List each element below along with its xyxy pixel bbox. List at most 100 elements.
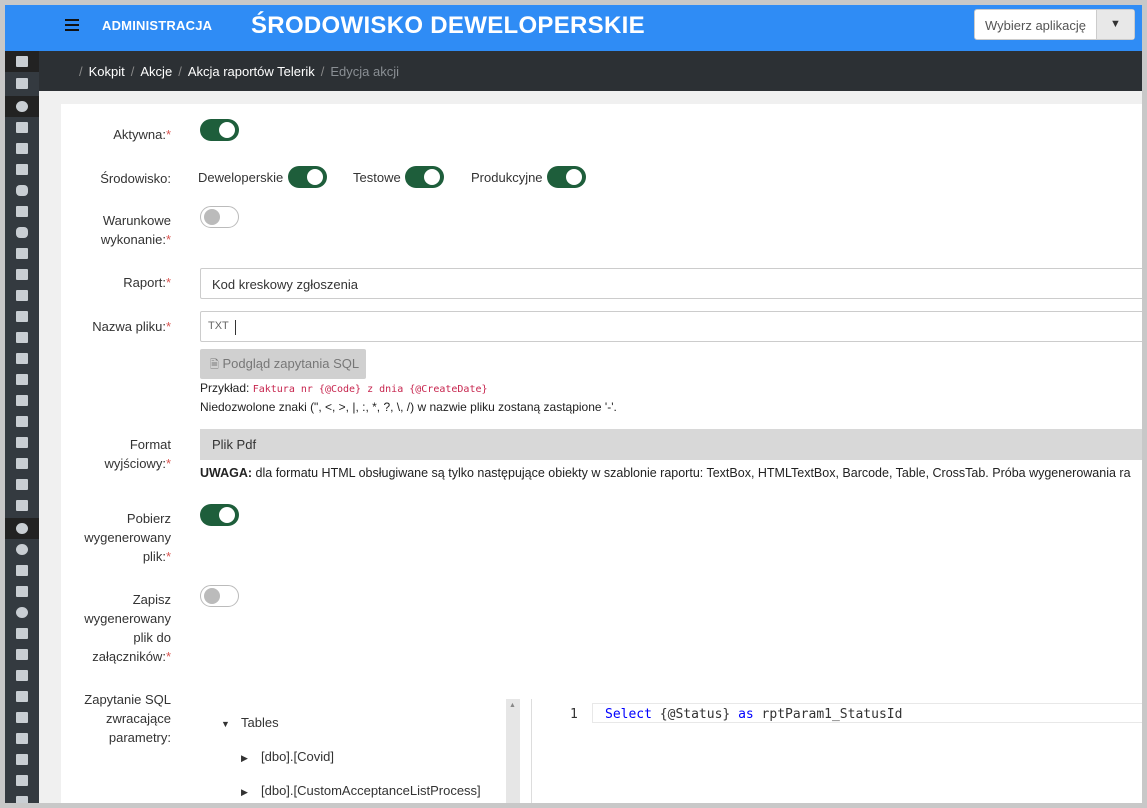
breadcrumb-separator: / [79,64,83,79]
file-name-label: Nazwa pliku:* [92,319,171,334]
sidebar-sitemap-icon[interactable] [14,373,30,387]
sidebar-database-icon[interactable] [14,184,30,198]
breadcrumb: / Kokpit / Akcje / Akcja raportów Telerik / Edy… [73,64,399,79]
sidebar-pencil-icon[interactable] [14,394,30,408]
sql-preview-button[interactable]: 🗎 Podgląd zapytania SQL [200,349,366,379]
example-hint: Przykład: Faktura nr {@Code} z dnia {@Cr… [200,381,488,395]
scroll-up-icon[interactable]: ▲ [509,702,516,709]
caret-right-icon[interactable]: ▶ [241,787,261,798]
conditional-label: Warunkowe wykonanie:* [100,213,171,247]
sidebar-history-icon[interactable] [14,606,30,620]
sql-preview-label: Podgląd zapytania SQL [222,356,360,371]
caret-right-icon[interactable]: ▶ [241,753,261,764]
sidebar-language-icon[interactable] [14,690,30,704]
sidebar-list-icon[interactable] [14,478,30,492]
save-attachment-toggle[interactable] [200,585,239,607]
line-number: 1 [570,707,578,722]
file-icon: 🗎 [210,359,219,371]
tree-root-tables[interactable]: ▼ Tables [221,715,279,730]
sidebar-sitemap-icon[interactable] [14,142,30,156]
breadcrumb-akcja-raportow[interactable]: Akcja raportów Telerik [188,64,315,79]
sidebar-sort-icon[interactable] [14,310,30,324]
breadcrumb-separator: / [320,64,325,79]
conditional-toggle[interactable] [200,206,239,228]
sidebar-edit-icon[interactable] [14,205,30,219]
sidebar-puzzle-icon[interactable] [14,457,30,471]
sidebar-search-icon[interactable] [14,543,30,557]
sidebar-plug-icon[interactable] [14,711,30,725]
breadcrumb-akcje[interactable]: Akcje [140,64,172,79]
sidebar-list-icon[interactable] [14,415,30,429]
breadcrumb-kokpit[interactable]: Kokpit [89,64,125,79]
editor-gutter: 1 [532,699,592,803]
env-dev-toggle[interactable] [288,166,327,188]
sidebar-cogs-icon[interactable] [14,522,30,536]
editor-line[interactable]: Select {@Status} as rptParam1_StatusId [592,703,1142,723]
app-select-placeholder: Wybierz aplikację [985,18,1087,33]
sidebar-share-icon[interactable] [14,795,30,803]
sidebar-binoculars-icon[interactable] [14,585,30,599]
active-toggle[interactable] [200,119,239,141]
sidebar-cubes-icon[interactable] [14,163,30,177]
chevron-down-icon[interactable]: ▼ [1096,10,1134,39]
form-panel: Aktywna:* Środowisko: Deweloperskie Test… [61,104,1142,803]
app-select[interactable]: Wybierz aplikację ▼ [974,9,1135,40]
active-label: Aktywna:* [113,127,171,142]
sidebar-file-icon[interactable] [14,121,30,135]
sidebar-basket-icon[interactable] [14,499,30,513]
example-code: Faktura nr {@Code} z dnia {@CreateDate} [252,384,488,395]
breadcrumb-current: Edycja akcji [330,64,399,79]
sidebar-sitemap-icon[interactable] [14,331,30,345]
env-prod-label: Produkcyjne [471,170,543,185]
sidebar-exchange-icon[interactable] [14,774,30,788]
sidebar-hierarchy-icon[interactable] [14,753,30,767]
sidebar-bug-icon[interactable] [14,648,30,662]
save-attachment-label: Zapisz wygenerowany plik do załączników:* [84,592,171,664]
sql-query-label: Zapytanie SQL zwracające parametry: [84,692,171,745]
sidebar-users-icon[interactable] [14,732,30,746]
caret-down-icon[interactable]: ▼ [221,719,241,729]
sidebar-file-icon[interactable] [14,564,30,578]
download-toggle[interactable] [200,504,239,526]
env-test-toggle[interactable] [405,166,444,188]
sidebar-database-icon[interactable] [14,226,30,240]
sidebar-tags-icon[interactable] [14,289,30,303]
tree-scrollbar[interactable]: ▲ [506,699,520,803]
output-format-value: Plik Pdf [212,437,257,452]
breadcrumb-separator: / [178,64,182,79]
output-format-label: Format wyjściowy:* [104,437,171,471]
file-extension-addon: TXT [208,320,236,335]
download-label: Pobierz wygenerowany plik:* [84,511,171,564]
environment-title: ŚRODOWISKO DEWELOPERSKIE [251,12,645,39]
breadcrumb-bar: / Kokpit / Akcje / Akcja raportów Telerik / Edy… [39,51,1142,91]
environment-label: Środowisko: [100,171,171,186]
sidebar-puzzle-icon[interactable] [14,436,30,450]
forbidden-chars-note: Niedozwolone znaki (", <, >, |, :, *, ?,… [200,400,617,414]
output-format-select[interactable]: Plik Pdf [200,429,1142,460]
sidebar-flag-icon[interactable] [14,352,30,366]
sidebar-puzzle-icon[interactable] [14,627,30,641]
tree-item[interactable]: ▶ [dbo].[CustomAcceptanceListProcess] [241,783,481,798]
top-bar: ADMINISTRACJA ŚRODOWISKO DEWELOPERSKIE W… [5,5,1142,51]
tree-item[interactable]: ▶ [dbo].[Covid] [241,749,334,764]
sidebar [5,51,39,803]
sidebar-list-icon[interactable] [14,55,30,69]
env-dev-label: Deweloperskie [198,170,284,185]
report-select[interactable]: Kod kreskowy zgłoszenia [200,268,1142,299]
sidebar-book-icon[interactable] [14,247,30,261]
env-test-label: Testowe [353,170,401,185]
sidebar-file-icon[interactable] [14,268,30,282]
sidebar-cogs-icon[interactable] [14,100,30,114]
breadcrumb-separator: / [130,64,135,79]
report-label: Raport:* [123,275,171,290]
html-warning: UWAGA: dla formatu HTML obsługiwane są t… [200,466,1131,480]
report-value: Kod kreskowy zgłoszenia [212,277,358,292]
sidebar-tools-icon[interactable] [14,669,30,683]
file-name-input[interactable]: TXT [200,311,1142,342]
sidebar-table-icon[interactable] [14,77,30,91]
app-window: ADMINISTRACJA ŚRODOWISKO DEWELOPERSKIE W… [5,5,1142,803]
env-prod-toggle[interactable] [547,166,586,188]
hamburger-menu-icon[interactable] [65,19,79,33]
admin-title[interactable]: ADMINISTRACJA [102,18,212,33]
sql-editor[interactable]: 1 Select {@Status} as rptParam1_StatusId [531,699,1142,803]
